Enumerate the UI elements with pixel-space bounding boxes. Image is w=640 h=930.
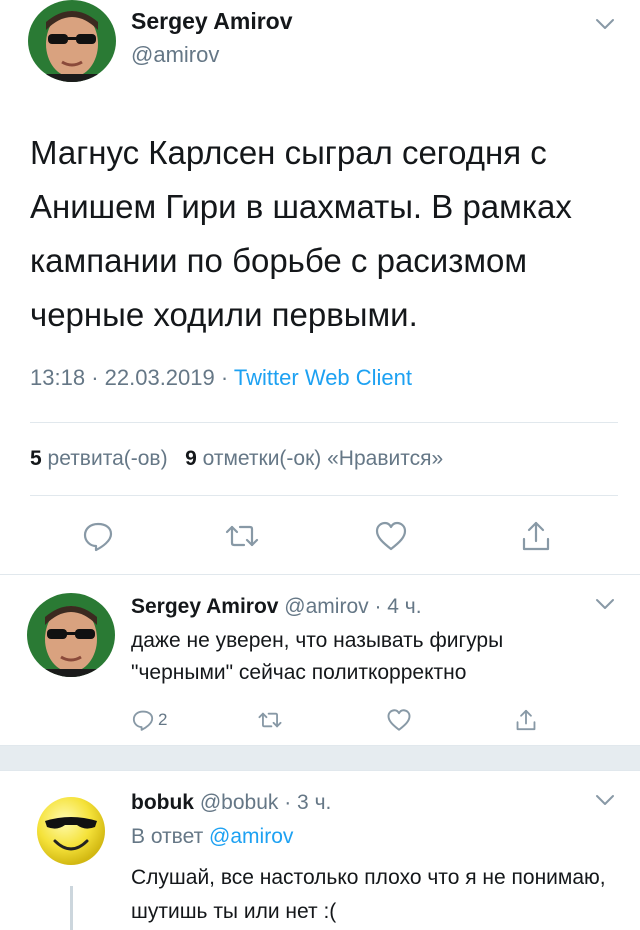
tweet-time: 13:18	[30, 365, 86, 390]
like-icon	[387, 709, 411, 731]
likes-stat[interactable]: 9 отметки(-ок) «Нравится»	[179, 447, 443, 470]
like-icon	[375, 521, 407, 551]
likes-label: отметки(-ок) «Нравится»	[202, 447, 444, 470]
reply-button[interactable]: 2	[131, 708, 167, 732]
author-name[interactable]: Sergey Amirov	[131, 8, 293, 35]
tweet-text: Магнус Карлсен сыграл сегодня с Анишем Г…	[30, 134, 572, 333]
avatar[interactable]	[28, 0, 116, 82]
reply-text: Слушай, все настолько плохо что я не пон…	[131, 866, 606, 923]
thread-line	[70, 886, 73, 930]
chevron-down-icon[interactable]	[594, 17, 616, 31]
smiley-sunglasses-icon	[37, 797, 105, 865]
tweet-stats: 5 ретвита(-ов) 9 отметки(-ок) «Нравится»	[30, 447, 443, 471]
share-icon	[516, 709, 536, 731]
tweet-date: 22.03.2019	[104, 365, 215, 390]
retweet-button[interactable]	[257, 708, 283, 732]
reply-icon	[83, 522, 113, 552]
author-name[interactable]: bobuk	[131, 791, 194, 814]
tweet-client-link[interactable]: Twitter Web Client	[234, 365, 412, 390]
reply-to-label: В ответ	[131, 825, 204, 848]
reply-tweet[interactable]: bobuk @bobuk · 3 ч. В ответ @amirov Слуш…	[0, 771, 640, 930]
avatar[interactable]	[33, 793, 109, 869]
meta-separator: ·	[220, 365, 229, 390]
chevron-down-icon[interactable]	[594, 597, 616, 611]
likes-count: 9	[185, 447, 197, 470]
share-button[interactable]	[518, 518, 554, 554]
retweets-stat[interactable]: 5 ретвита(-ов)	[30, 447, 173, 470]
reply-icon	[132, 710, 154, 731]
tweet-age: · 3 ч.	[284, 791, 332, 814]
reply-text: даже не уверен, что называть фигуры "чер…	[131, 629, 504, 684]
divider	[30, 495, 618, 496]
reply-to: В ответ @amirov	[131, 825, 293, 849]
avatar-photo	[27, 593, 115, 677]
divider	[30, 422, 618, 423]
retweet-icon	[258, 712, 282, 728]
reply-count: 2	[158, 710, 168, 729]
retweet-button[interactable]	[224, 518, 260, 554]
reply-header: bobuk @bobuk · 3 ч.	[131, 791, 331, 815]
chevron-down-icon[interactable]	[594, 793, 616, 807]
retweet-icon	[225, 525, 259, 547]
reply-tweet[interactable]: Sergey Amirov @amirov · 4 ч. даже не уве…	[0, 575, 640, 745]
retweets-label: ретвита(-ов)	[47, 447, 168, 470]
avatar[interactable]	[27, 593, 115, 677]
like-button[interactable]	[386, 708, 412, 732]
share-icon	[522, 521, 550, 551]
reply-header: Sergey Amirov @amirov · 4 ч.	[131, 595, 422, 619]
reply-to-handle-link[interactable]: @amirov	[209, 825, 293, 848]
author-handle[interactable]: @bobuk	[200, 791, 279, 814]
main-tweet: Sergey Amirov @amirov Магнус Карлсен сыг…	[0, 0, 640, 575]
like-button[interactable]	[373, 518, 409, 554]
retweets-count: 5	[30, 447, 42, 470]
author-handle[interactable]: @amirov	[131, 42, 219, 68]
meta-separator: ·	[91, 365, 99, 390]
tweet-age: · 4 ч.	[374, 595, 422, 618]
conversation-separator	[0, 745, 640, 771]
avatar-photo	[28, 0, 116, 82]
reply-button[interactable]	[80, 518, 116, 554]
author-handle[interactable]: @amirov	[284, 595, 368, 618]
author-name[interactable]: Sergey Amirov	[131, 595, 278, 618]
tweet-meta: 13:18 · 22.03.2019 · Twitter Web Client	[30, 365, 412, 391]
share-button[interactable]	[514, 707, 538, 733]
